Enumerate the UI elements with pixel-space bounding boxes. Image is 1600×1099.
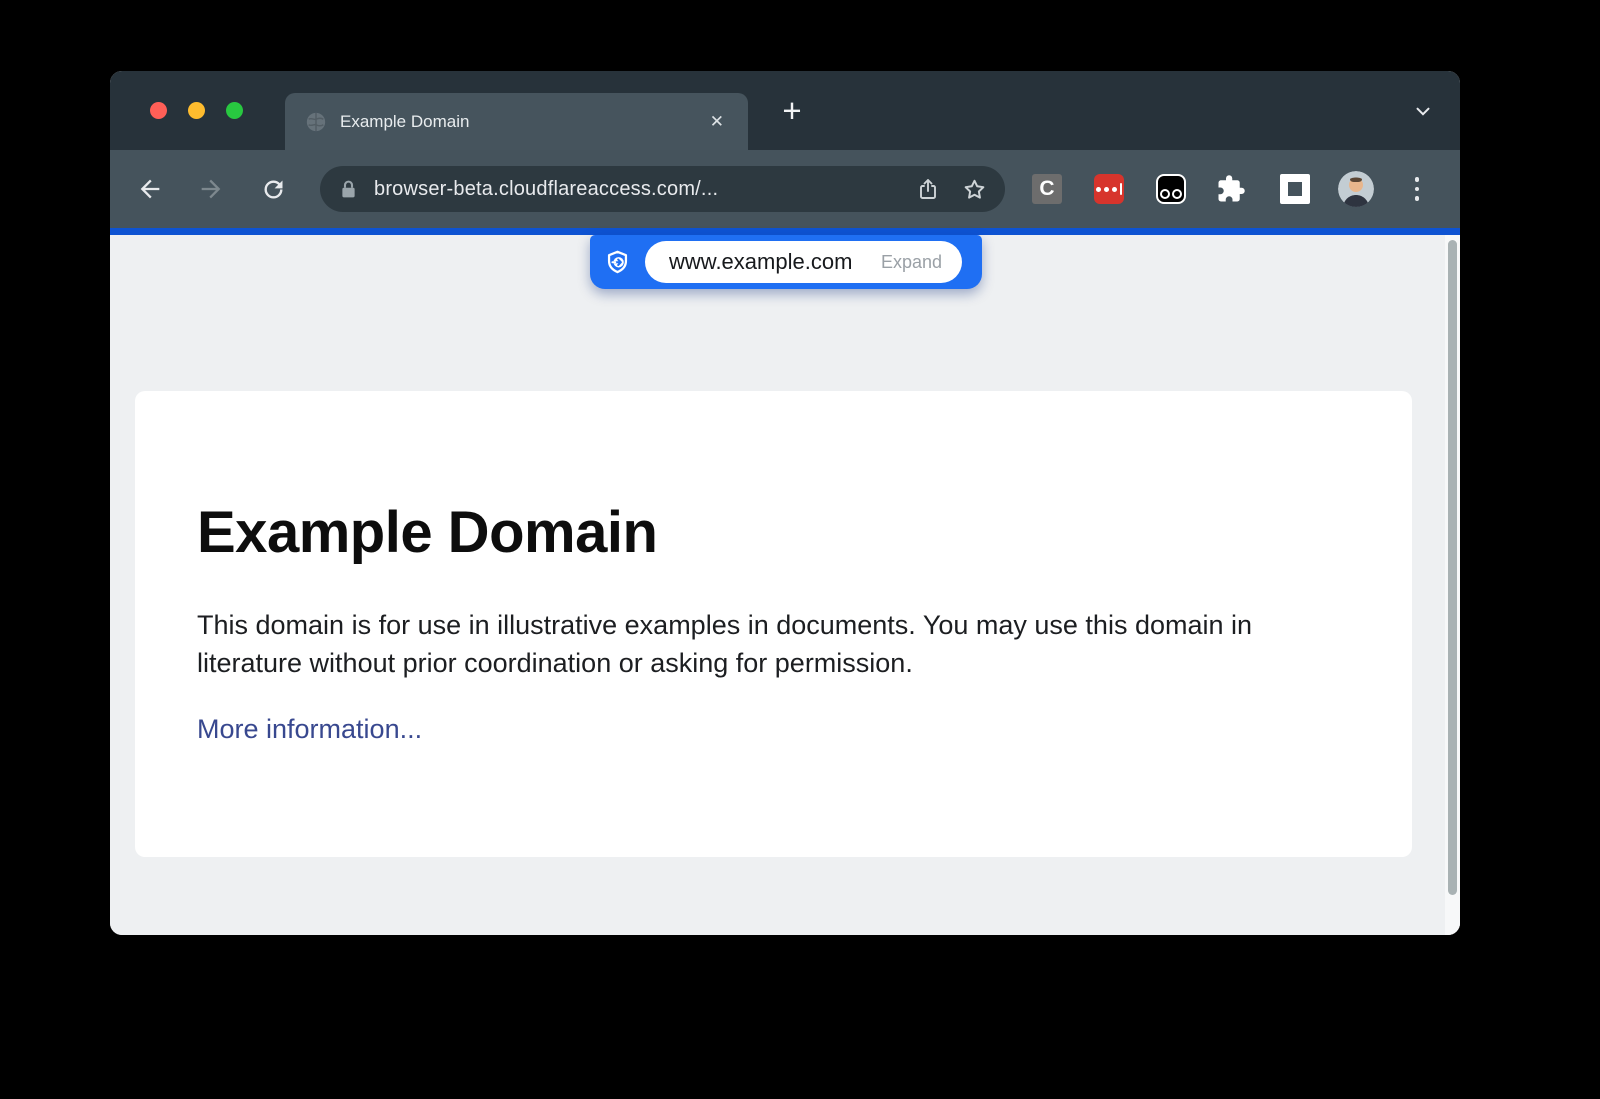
traffic-lights (150, 71, 243, 150)
toolbar: browser-beta.cloudflareaccess.com/... C (110, 150, 1460, 228)
extension-goggles-icon[interactable] (1156, 174, 1186, 204)
page-body-text: This domain is for use in illustrative e… (197, 606, 1347, 682)
new-tab-button[interactable]: + (774, 71, 810, 150)
more-information-link[interactable]: More information... (197, 714, 422, 745)
tab-title: Example Domain (340, 112, 706, 132)
tab-example-domain[interactable]: Example Domain ✕ (285, 93, 748, 150)
url-text[interactable]: browser-beta.cloudflareaccess.com/... (374, 178, 906, 201)
expand-button[interactable]: Expand (881, 252, 942, 273)
tab-search-chevron-icon[interactable] (1412, 71, 1434, 150)
isolated-site-pill[interactable]: www.example.com Expand (645, 241, 962, 283)
tab-close-icon[interactable]: ✕ (706, 109, 728, 134)
profile-avatar[interactable] (1338, 171, 1374, 207)
extension-c-icon[interactable]: C (1032, 174, 1062, 204)
shield-arrow-icon (590, 249, 645, 276)
page-viewport: www.example.com Expand Example Domain Th… (110, 235, 1460, 935)
scrollbar-track[interactable] (1445, 235, 1460, 935)
address-bar[interactable]: browser-beta.cloudflareaccess.com/... (320, 166, 1005, 212)
bookmark-star-icon[interactable] (962, 177, 987, 202)
scrollbar-thumb[interactable] (1448, 240, 1457, 895)
extension-frame-icon[interactable] (1280, 174, 1310, 204)
browser-window: Example Domain ✕ + browser-beta.cloudf (110, 71, 1460, 935)
globe-favicon-icon (305, 111, 327, 133)
close-window-button[interactable] (150, 102, 167, 119)
back-button[interactable] (131, 150, 169, 228)
share-icon[interactable] (916, 177, 940, 201)
lock-icon[interactable] (338, 179, 359, 200)
tab-strip: Example Domain ✕ + (110, 71, 1460, 150)
isolated-host-text: www.example.com (669, 249, 881, 275)
zoom-window-button[interactable] (226, 102, 243, 119)
page-heading: Example Domain (197, 499, 1350, 566)
browser-menu-icon[interactable] (1404, 150, 1430, 228)
example-domain-card: Example Domain This domain is for use in… (135, 391, 1412, 857)
isolation-host-bar: www.example.com Expand (590, 235, 982, 289)
reload-button[interactable] (254, 150, 292, 228)
isolation-accent-line (110, 228, 1460, 235)
extension-lastpass-icon[interactable] (1094, 174, 1124, 204)
forward-button[interactable] (192, 150, 230, 228)
extensions-puzzle-icon[interactable] (1216, 174, 1246, 204)
minimize-window-button[interactable] (188, 102, 205, 119)
extension-c-letter: C (1039, 177, 1054, 201)
